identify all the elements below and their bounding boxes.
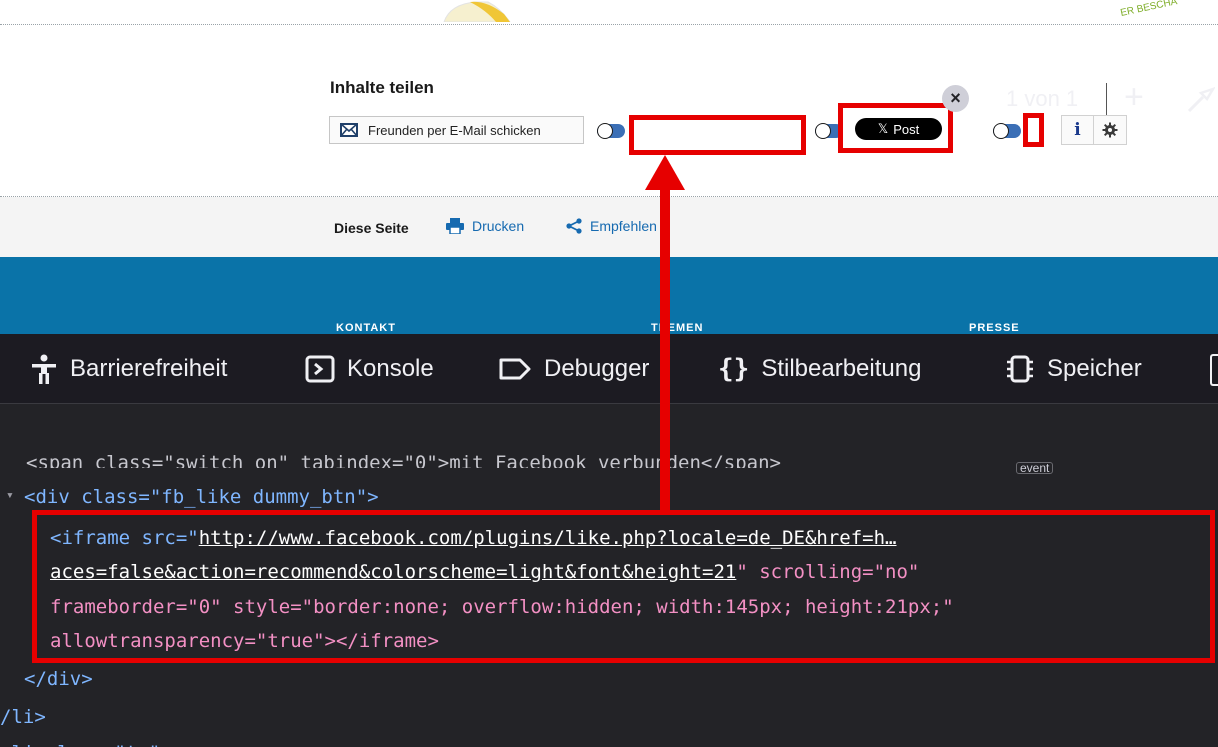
print-link[interactable]: Drucken	[446, 218, 524, 234]
tab-debugger[interactable]: Debugger	[498, 352, 649, 386]
iframe-highlight-box	[32, 510, 1215, 663]
tab-memory[interactable]: Speicher	[1005, 352, 1142, 386]
eyedropper-icon[interactable]	[1185, 85, 1215, 115]
logo-corner-text: ER BESCHA	[1119, 0, 1179, 19]
tab-console-label: Konsole	[347, 355, 434, 382]
share-settings-group: i	[1061, 115, 1127, 145]
tab-style-editor-label: Stilbearbeitung	[761, 355, 922, 382]
recommend-link[interactable]: Empfehlen	[566, 218, 657, 234]
email-share-button[interactable]: Freunden per E-Mail schicken	[329, 116, 584, 144]
code-line-div-open[interactable]: <div class="fb_like dummy_btn">	[24, 486, 379, 508]
tab-accessibility[interactable]: Barrierefreiheit	[30, 352, 227, 386]
tab-style-editor[interactable]: {} Stilbearbeitung	[718, 352, 921, 386]
webpage-area: ER BESCHA Inhalte teilen Freunden per E-…	[0, 0, 1218, 334]
tab-accessibility-label: Barrierefreiheit	[70, 355, 228, 382]
event-badge[interactable]: event	[1016, 462, 1054, 474]
clear-search-button[interactable]: ×	[942, 85, 969, 112]
style-editor-icon: {}	[718, 354, 750, 384]
code-line-div-close[interactable]: </div>	[24, 668, 93, 690]
add-node-button[interactable]: +	[1124, 78, 1144, 117]
this-page-label: Diese Seite	[334, 220, 409, 236]
share-icon	[566, 218, 582, 234]
accessibility-icon	[32, 354, 56, 384]
gear-icon	[1102, 122, 1118, 138]
expand-triangle-icon[interactable]: ▾	[6, 488, 14, 503]
logo-fragment-icon	[443, 1, 511, 22]
third-toggle[interactable]	[993, 123, 1021, 139]
printer-icon	[446, 218, 464, 234]
memory-icon	[1007, 355, 1033, 383]
footer-heading-contact: KONTAKT	[336, 322, 396, 334]
devtools-tab-bar: Barrierefreiheit Konsole Debugger {} Sti…	[0, 334, 1218, 404]
console-icon	[305, 355, 335, 383]
email-share-label: Freunden per E-Mail schicken	[368, 122, 541, 138]
facebook-like-highlight-box	[629, 115, 806, 155]
print-label: Drucken	[472, 218, 525, 234]
code-line-partial: <span class="switch on" tabindex="0">mit…	[26, 452, 781, 468]
footer-heading-press: PRESSE	[969, 322, 1020, 334]
site-footer	[0, 257, 1218, 334]
search-separator	[1106, 83, 1107, 115]
code-line-cutoff: <li class="tw"	[0, 742, 160, 747]
tab-console[interactable]: Konsole	[305, 352, 434, 386]
debugger-icon	[499, 358, 531, 380]
search-match-count: 1 von 1	[1006, 86, 1079, 111]
footer-heading-topics: THEMEN	[651, 322, 704, 334]
gear-button[interactable]	[1094, 116, 1126, 144]
x-post-label: Post	[893, 121, 920, 137]
facebook-toggle[interactable]	[597, 123, 625, 139]
info-button[interactable]: i	[1062, 116, 1095, 144]
tab-memory-label: Speicher	[1047, 355, 1142, 382]
share-heading: Inhalte teilen	[330, 78, 434, 97]
x-logo-icon: 𝕏	[877, 121, 889, 136]
tab-debugger-label: Debugger	[544, 355, 650, 382]
recommend-label: Empfehlen	[590, 218, 657, 234]
search-bar	[0, 404, 1218, 459]
x-post-button[interactable]: 𝕏 Post	[855, 118, 942, 140]
tab-overflow-edge[interactable]	[1210, 354, 1218, 386]
code-line-li-close[interactable]: /li>	[0, 706, 46, 728]
dotted-divider-top	[0, 24, 1218, 25]
third-plugin-highlight-box	[1023, 113, 1044, 147]
envelope-icon	[340, 123, 358, 137]
